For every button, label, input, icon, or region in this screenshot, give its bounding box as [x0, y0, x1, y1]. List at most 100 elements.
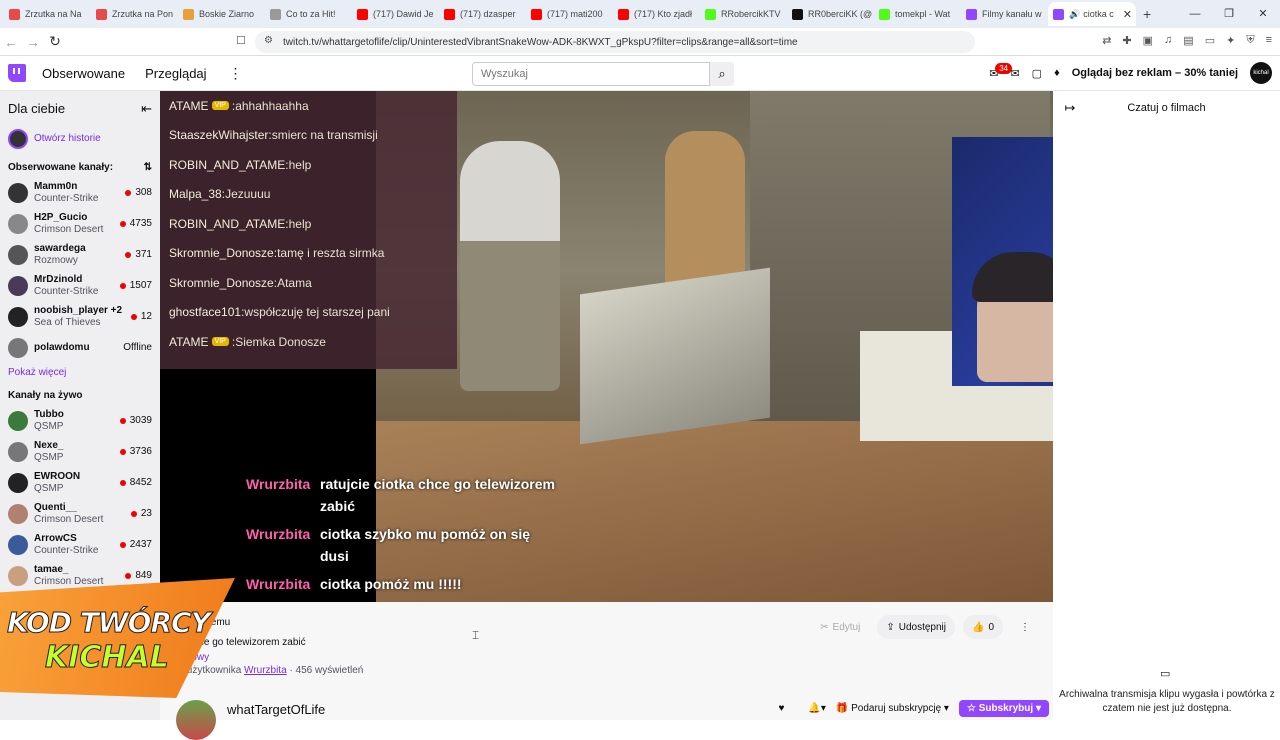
- browser-tab[interactable]: (717) mati200: [526, 2, 612, 26]
- sidebar-channel[interactable]: Quenti__ Crimson Desert 23: [0, 498, 160, 529]
- tab-title: tomekpl - Wat: [895, 9, 951, 19]
- channel-name[interactable]: whatTargetOfLife: [227, 702, 325, 717]
- prime-offer[interactable]: Oglądaj bez reklam – 30% taniej: [1072, 67, 1238, 79]
- close-tab-icon[interactable]: ✕: [1123, 8, 1132, 21]
- forward-icon[interactable]: →: [22, 34, 44, 50]
- channel-name: Mamm0n: [34, 180, 78, 192]
- browser-tab[interactable]: RR0berciKK (@: [787, 2, 873, 26]
- channel-game: QSMP: [34, 451, 64, 463]
- browser-tab[interactable]: Zrzutka na Pon: [91, 2, 177, 26]
- nav-browse[interactable]: Przeglądaj: [145, 66, 206, 81]
- sidebar-channel[interactable]: ArrowCS Counter-Strike 2437: [0, 529, 160, 560]
- channel-game: QSMP: [34, 482, 64, 494]
- collapse-sidebar-icon[interactable]: ⇤: [141, 101, 152, 117]
- clip-author-link[interactable]: Wrurzbita: [244, 665, 287, 676]
- reload-icon[interactable]: ↻: [44, 33, 66, 50]
- sidebar-channel[interactable]: EWROON QSMP 8452: [0, 467, 160, 498]
- channel-name: Tubbo: [34, 408, 64, 420]
- browser-tabbar: Zrzutka na Na Zrzutka na Pon Boskie Ziarno…: [0, 0, 1280, 28]
- screenshot-icon[interactable]: ▣: [1143, 34, 1153, 47]
- channel-info: sawardega Rozmowy: [34, 243, 86, 267]
- channel-name: sawardega: [34, 242, 86, 254]
- open-history[interactable]: Otwórz historie: [0, 123, 160, 154]
- like-button[interactable]: 👍 0: [962, 615, 1003, 639]
- sidebar-channel[interactable]: sawardega Rozmowy 371: [0, 239, 160, 270]
- url-field[interactable]: ⚙ twitch.tv/whattargetoflife/clip/Uninte…: [255, 31, 975, 53]
- more-icon[interactable]: ⋮: [229, 65, 243, 82]
- active-tab[interactable]: 🔊 ciotka c ✕: [1048, 2, 1136, 26]
- nav-following[interactable]: Obserwowane: [42, 66, 125, 81]
- more-options-icon[interactable]: ⋮: [1011, 615, 1039, 639]
- translate-icon[interactable]: ⇄: [1102, 34, 1111, 47]
- collapse-chat-icon[interactable]: ↦: [1053, 100, 1087, 116]
- browser-tab[interactable]: tomekpl - Wat: [874, 2, 960, 26]
- new-tab-button[interactable]: +: [1143, 6, 1151, 22]
- search-input[interactable]: [472, 62, 710, 86]
- whisper-icon[interactable]: ▢: [1032, 67, 1042, 80]
- sidebar-channel[interactable]: Tubbo QSMP 3039: [0, 405, 160, 436]
- browser-tab[interactable]: (717) dzasper: [439, 2, 525, 26]
- live-dot-icon: [130, 510, 137, 517]
- sort-icon[interactable]: ⇅: [144, 162, 152, 173]
- music-icon[interactable]: ♫: [1164, 34, 1172, 47]
- sidebar-icon[interactable]: ▤: [1183, 34, 1193, 47]
- channel-name: polawdomu: [34, 341, 90, 353]
- sidebar-channel[interactable]: MrDzinold Counter-Strike 1507: [0, 270, 160, 301]
- restore-icon[interactable]: ❐: [1212, 0, 1246, 28]
- clip-author-line: lip użytkownika Wrurzbita · 456 wyświetl…: [174, 665, 363, 676]
- tab-title: Zrzutka na Na: [25, 9, 82, 19]
- notification-bell-icon[interactable]: 🔔▾: [808, 703, 825, 714]
- channel-name: H2P_Gucio: [34, 211, 88, 223]
- channel-name: Nexe_: [34, 439, 64, 451]
- back-icon[interactable]: ←: [0, 34, 22, 50]
- chat-username: ROBIN_AND_ATAME: [169, 157, 286, 172]
- browser-tab[interactable]: (717) Dawid Je: [352, 2, 438, 26]
- browser-tab[interactable]: (717) Kto zjadł: [613, 2, 699, 26]
- sidebar-channel[interactable]: noobish_player +2 Sea of Thieves 12: [0, 301, 160, 332]
- ai-icon[interactable]: ✦: [1226, 34, 1235, 47]
- sidebar-channel[interactable]: polawdomu Offline: [0, 332, 160, 363]
- channel-avatar[interactable]: [176, 700, 216, 740]
- wallet-icon[interactable]: ▭: [1205, 34, 1215, 47]
- video-chat-user: Wrurzbita: [246, 576, 311, 592]
- heart-icon[interactable]: ♥: [778, 703, 784, 714]
- tab-title: (717) mati200: [547, 9, 603, 19]
- subscribe-button[interactable]: ☆ Subskrybuj ▾: [958, 700, 1049, 717]
- channel-name: noobish_player +2: [34, 304, 123, 316]
- vpn-icon[interactable]: ⛨: [1246, 34, 1254, 47]
- channel-info: Nexe_ QSMP: [34, 440, 63, 464]
- channel-avatar: [8, 213, 28, 234]
- search-icon[interactable]: ⌕: [710, 62, 734, 86]
- extension-icon[interactable]: ✚: [1122, 34, 1131, 47]
- show-more-link[interactable]: Pokaż więcej: [0, 363, 160, 388]
- menu-icon[interactable]: ≡: [1266, 34, 1272, 47]
- sidebar-channel[interactable]: H2P_Gucio Crimson Desert 4735: [0, 208, 160, 239]
- bookmark-icon[interactable]: ☐: [236, 34, 246, 47]
- like-count: 0: [988, 621, 994, 633]
- drops-icon[interactable]: ✉ 34: [989, 62, 1013, 80]
- sidebar-channel[interactable]: Mamm0n Counter-Strike 308: [0, 177, 160, 208]
- twitch-logo-icon[interactable]: [8, 64, 26, 82]
- browser-tab[interactable]: RRobercikKTV: [700, 2, 786, 26]
- browser-tab[interactable]: Boskie Ziarno: [178, 2, 264, 26]
- video-player[interactable]: ATAME VIP: ahhahhaahha StaaszekWihajster: …: [160, 91, 1053, 602]
- browser-tab[interactable]: Filmy kanału w: [961, 2, 1047, 26]
- viewer-count-value: 12: [140, 311, 152, 322]
- sidebar-channel[interactable]: Nexe_ QSMP 3736: [0, 436, 160, 467]
- gift-sub-button[interactable]: 🎁 Podaruj subskrypcję ▾: [836, 703, 949, 714]
- channel-info: Quenti__ Crimson Desert: [34, 502, 103, 526]
- minimize-icon[interactable]: —: [1178, 0, 1212, 28]
- url-text: twitch.tv/whattargetoflife/clip/Unintere…: [283, 36, 798, 48]
- user-avatar[interactable]: kichal: [1250, 62, 1272, 84]
- chat-message: Jezuuuu: [225, 187, 271, 202]
- browser-tab[interactable]: Co to za Hit!: [265, 2, 351, 26]
- share-button[interactable]: ⇪ Udostępnij: [877, 615, 955, 639]
- viewer-count: 8452: [119, 477, 152, 488]
- prime-icon[interactable]: ♦: [1054, 67, 1060, 79]
- edit-button[interactable]: ✂ Edytuj: [811, 615, 869, 639]
- close-window-icon[interactable]: ✕: [1246, 0, 1280, 28]
- site-info-icon[interactable]: ⚙: [264, 35, 273, 46]
- browser-tab[interactable]: Zrzutka na Na: [4, 2, 90, 26]
- live-dot-icon: [119, 448, 126, 455]
- viewer-count-value: Offline: [123, 342, 152, 353]
